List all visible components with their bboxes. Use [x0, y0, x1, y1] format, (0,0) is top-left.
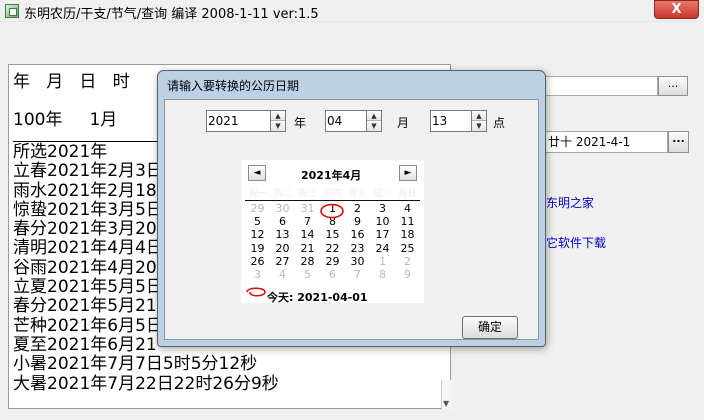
weekday-label: 周三 [298, 189, 317, 199]
month-up-icon[interactable]: ▲ [367, 111, 381, 121]
year-label: 年 [294, 116, 307, 130]
calendar-day[interactable]: 18 [395, 228, 420, 242]
month-label: 月 [397, 116, 410, 130]
hour-input[interactable]: 13 [430, 110, 472, 132]
weekday-label: 周四 [323, 189, 342, 199]
calendar-day[interactable]: 29 [245, 202, 270, 216]
calendar-day[interactable]: 23 [345, 242, 370, 256]
calendar-day[interactable]: 27 [270, 255, 295, 269]
app-icon [5, 4, 19, 18]
calendar-day[interactable]: 3 [245, 268, 270, 282]
calendar-day[interactable]: 7 [345, 268, 370, 282]
calendar-day[interactable]: 2 [345, 202, 370, 216]
solar-term-line: 小暑2021年7月7日5时5分12秒 [13, 354, 258, 375]
year-up-icon[interactable]: ▲ [271, 111, 285, 121]
calendar-day[interactable]: 1 [370, 255, 395, 269]
weekday-label: 周二 [273, 189, 292, 199]
weekday-label: 周六 [373, 189, 392, 199]
browse-button[interactable]: ... [658, 76, 688, 96]
calendar-month-title: 2021年4月 [301, 169, 362, 182]
calendar-day[interactable]: 1 [320, 202, 345, 216]
hour-spinner[interactable]: ▲ ▼ [471, 110, 487, 132]
calendar-day[interactable]: 28 [295, 255, 320, 269]
calendar-day[interactable]: 4 [270, 268, 295, 282]
calendar-day[interactable]: 29 [320, 255, 345, 269]
weekday-label: 周一 [248, 189, 267, 199]
calendar-day[interactable]: 19 [245, 242, 270, 256]
calendar-day[interactable]: 16 [345, 228, 370, 242]
calendar-day[interactable]: 20 [270, 242, 295, 256]
dialog-title: 请输入要转换的公历日期 [167, 79, 300, 93]
window-title: 东明农历/干支/节气/查询 编译 2008-1-11 ver:1.5 [24, 7, 319, 22]
calendar-day[interactable]: 9 [345, 215, 370, 229]
solar-term-line: 大暑2021年7月22日22时26分9秒 [13, 373, 279, 394]
home-link[interactable]: 东明之家 [546, 194, 594, 211]
calendar-day[interactable]: 5 [245, 215, 270, 229]
calendar-day[interactable]: 3 [370, 202, 395, 216]
calendar-day[interactable]: 8 [370, 268, 395, 282]
next-month-icon[interactable]: ► [399, 165, 417, 181]
confirm-button[interactable]: 确定 [462, 316, 518, 339]
calendar-day[interactable]: 17 [370, 228, 395, 242]
calendar-day[interactable]: 4 [395, 202, 420, 216]
hour-label: 点 [493, 116, 506, 130]
hour-up-icon[interactable]: ▲ [472, 111, 486, 121]
calendar-day[interactable]: 24 [370, 242, 395, 256]
calendar-day[interactable]: 6 [270, 215, 295, 229]
vertical-scrollbar[interactable]: ▼ [441, 380, 452, 410]
calendar-day[interactable]: 13 [270, 228, 295, 242]
month-input[interactable]: 04 [325, 110, 367, 132]
prev-month-icon[interactable]: ◄ [248, 165, 266, 181]
calendar-day[interactable]: 30 [270, 202, 295, 216]
close-button[interactable]: X [654, 0, 699, 19]
date-picker-button[interactable]: ... [668, 131, 689, 153]
datetime-header: 年 月 日 时 [13, 72, 130, 92]
calendar-day[interactable]: 12 [245, 228, 270, 242]
calendar-day[interactable]: 6 [320, 268, 345, 282]
calendar-day[interactable]: 9 [395, 268, 420, 282]
calendar-day[interactable]: 11 [395, 215, 420, 229]
date-display-field[interactable]: 廿十 2021-4-1 [545, 131, 668, 153]
month-down-icon[interactable]: ▼ [367, 121, 381, 131]
calendar-day[interactable]: 10 [370, 215, 395, 229]
year-down-icon[interactable]: ▼ [271, 121, 285, 131]
year-input[interactable]: 2021 [206, 110, 271, 132]
calendar-day[interactable]: 15 [320, 228, 345, 242]
calendar-popup: ◄ 2021年4月 ► 周一 周二 周三 周四 周五 周六 周日 29 30 31 1 2 3 4 5 6 7… [241, 160, 424, 305]
path-input[interactable] [545, 76, 658, 96]
scroll-down-icon[interactable]: ▼ [443, 399, 449, 408]
weekday-header: 周一 周二 周三 周四 周五 周六 周日 [245, 186, 420, 199]
hour-down-icon[interactable]: ▼ [472, 121, 486, 131]
calendar-day[interactable]: 22 [320, 242, 345, 256]
year-spinner[interactable]: ▲ ▼ [270, 110, 286, 132]
calendar-day[interactable]: 7 [295, 215, 320, 229]
calendar-day[interactable]: 2 [395, 255, 420, 269]
weekday-label: 周日 [398, 189, 417, 199]
download-link[interactable]: 它软件下载 [546, 234, 606, 251]
weekday-divider [245, 200, 420, 201]
year-month-row: 100年 1月 [13, 110, 118, 130]
calendar-day[interactable]: 26 [245, 255, 270, 269]
calendar-day[interactable]: 14 [295, 228, 320, 242]
calendar-day[interactable]: 30 [345, 255, 370, 269]
month-spinner[interactable]: ▲ ▼ [366, 110, 382, 132]
calendar-day[interactable]: 5 [295, 268, 320, 282]
weekday-label: 周五 [348, 189, 367, 199]
calendar-day[interactable]: 21 [295, 242, 320, 256]
today-label[interactable]: 今天: 2021-04-01 [267, 289, 368, 305]
calendar-day[interactable]: 25 [395, 242, 420, 256]
title-bar: 东明农历/干支/节气/查询 编译 2008-1-11 ver:1.5 X [0, 0, 704, 22]
calendar-day[interactable]: 31 [295, 202, 320, 216]
today-marker-circle [246, 287, 266, 297]
calendar-day[interactable]: 8 [320, 215, 345, 229]
